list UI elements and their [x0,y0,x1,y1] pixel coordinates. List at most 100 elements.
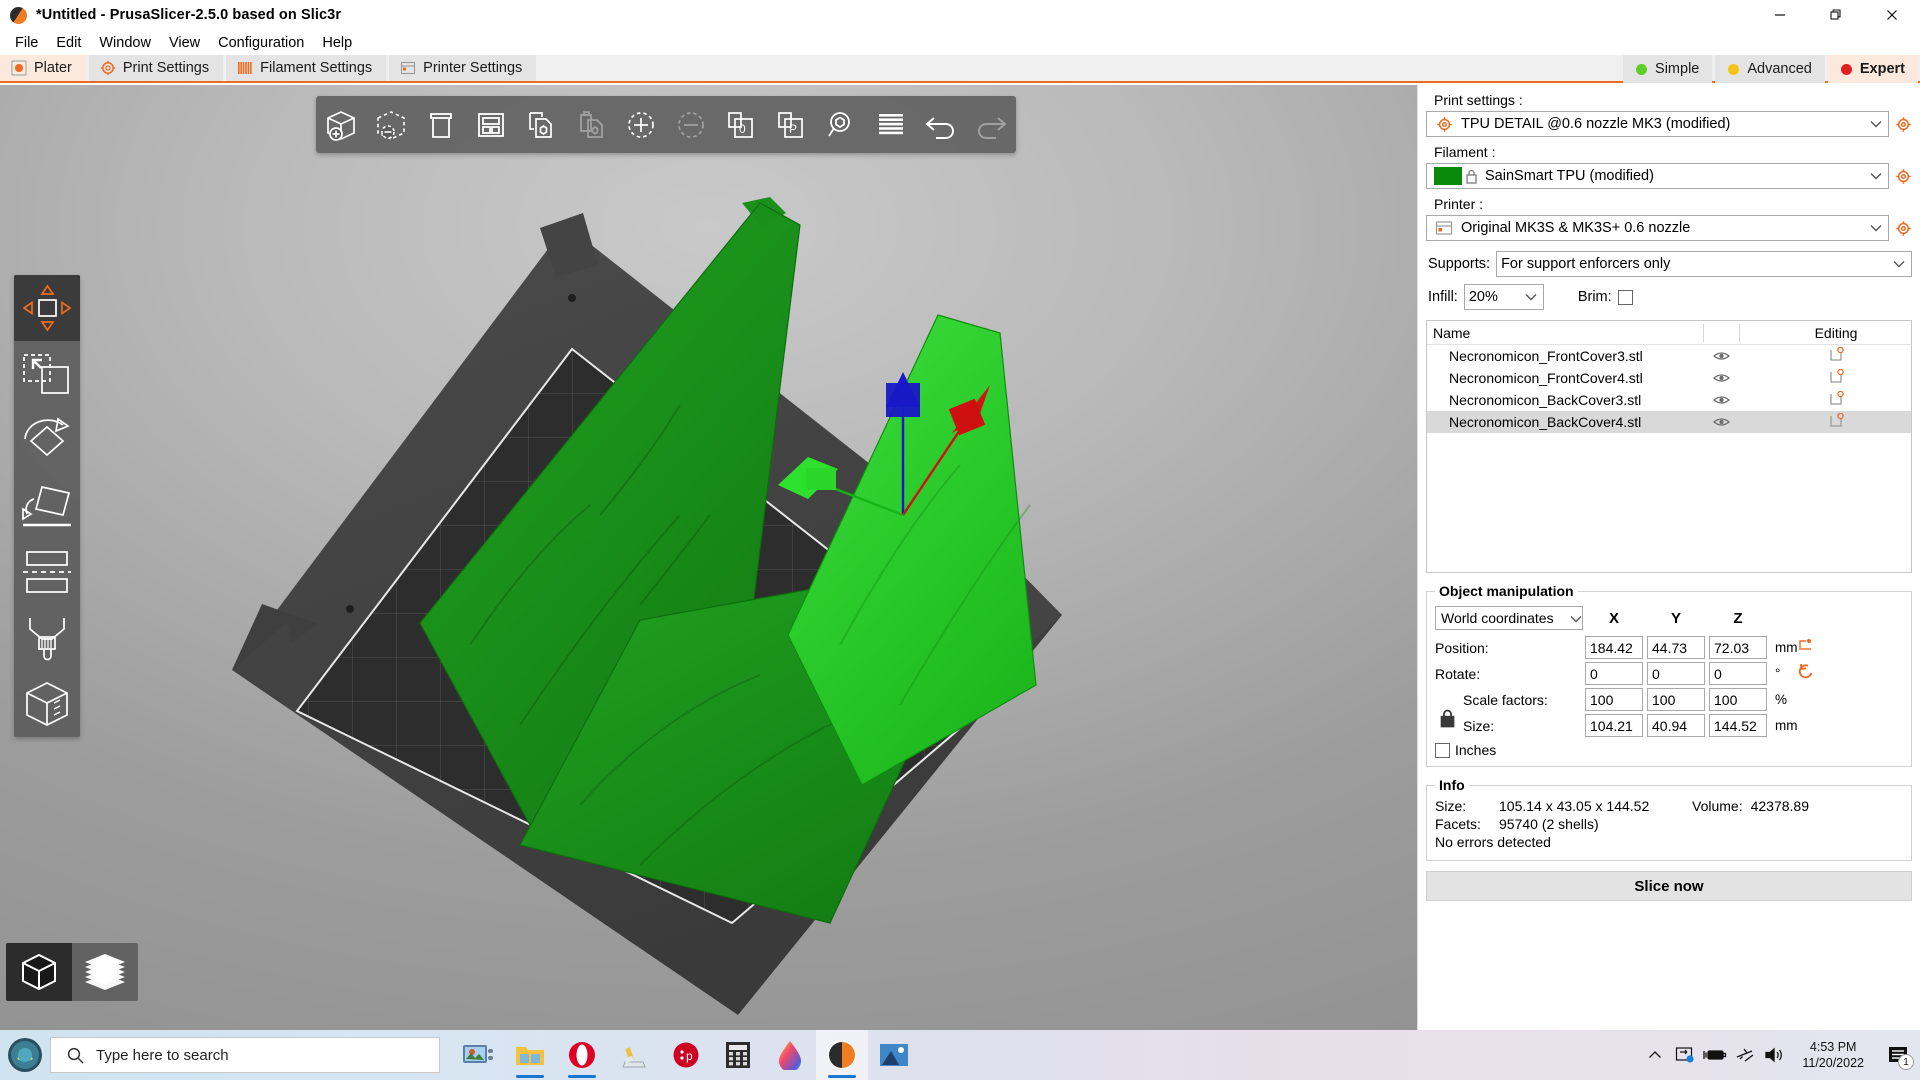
size-z-input[interactable]: 144.52 [1709,714,1767,737]
notifications-icon[interactable]: 1 [1876,1030,1920,1080]
filament-edit-icon[interactable] [1895,168,1912,185]
position-y-input[interactable]: 44.73 [1647,636,1705,659]
preview-view-icon[interactable] [72,943,138,1001]
file-explorer-icon[interactable] [504,1030,556,1080]
size-x-input[interactable]: 104.21 [1585,714,1643,737]
pdf-xchange-icon[interactable]: p [660,1030,712,1080]
volume-icon[interactable] [1760,1030,1790,1080]
scale-gizmo-icon[interactable] [14,341,80,407]
editor-view-icon[interactable] [6,943,72,1001]
add-instance-icon[interactable] [616,96,666,153]
print-settings-combo[interactable]: TPU DETAIL @0.6 nozzle MK3 (modified) [1426,111,1889,137]
infill-combo[interactable]: 20% [1463,284,1544,310]
reset-rotation-icon[interactable] [1797,662,1815,685]
opera-icon[interactable] [556,1030,608,1080]
paste-icon[interactable] [566,96,616,153]
table-row[interactable]: Necronomicon_FrontCover3.stl [1427,345,1911,367]
inches-checkbox[interactable] [1435,742,1450,758]
search-input[interactable]: Type here to search [50,1037,440,1073]
eye-icon[interactable] [1703,347,1739,365]
editing-icon[interactable] [1761,390,1911,409]
printer-combo[interactable]: Original MK3S & MK3S+ 0.6 nozzle [1426,215,1889,241]
eye-icon[interactable] [1703,391,1739,409]
place-on-face-gizmo-icon[interactable] [14,473,80,539]
support-paint-gizmo-icon[interactable] [14,605,80,671]
battery-icon[interactable] [1700,1030,1730,1080]
clock[interactable]: 4:53 PM 11/20/2022 [1790,1039,1876,1071]
calculator-icon[interactable] [712,1030,764,1080]
coordinate-system-combo[interactable]: World coordinates [1435,606,1583,630]
variable-layer-height-icon[interactable] [866,96,916,153]
eye-icon[interactable] [1703,369,1739,387]
ccleaner-icon[interactable] [608,1030,660,1080]
tab-filament-settings[interactable]: Filament Settings [226,55,387,81]
printer-edit-icon[interactable] [1895,220,1912,237]
prusaslicer-icon[interactable] [816,1030,868,1080]
remove-instance-icon[interactable] [666,96,716,153]
menu-edit[interactable]: Edit [47,33,90,53]
minimize-button[interactable] [1752,0,1808,30]
photos-icon[interactable] [868,1030,920,1080]
table-row[interactable]: Necronomicon_BackCover3.stl [1427,389,1911,411]
undo-icon[interactable] [916,96,966,153]
mode-expert[interactable]: Expert [1827,55,1918,83]
chevron-down-icon[interactable] [1864,224,1888,232]
mode-advanced[interactable]: Advanced [1715,55,1825,83]
rotate-x-input[interactable]: 0 [1585,662,1643,685]
filament-combo[interactable]: SainSmart TPU (modified) [1426,163,1889,189]
size-y-input[interactable]: 40.94 [1647,714,1705,737]
uniform-scale-lock-icon[interactable] [1439,709,1456,733]
close-button[interactable] [1864,0,1920,30]
tab-plater[interactable]: Plater [0,55,86,81]
move-gizmo-icon[interactable] [14,275,80,341]
print-settings-edit-icon[interactable] [1895,116,1912,133]
tab-print-settings[interactable]: Print Settings [88,55,224,81]
menu-configuration[interactable]: Configuration [209,33,313,53]
menu-help[interactable]: Help [313,33,361,53]
supports-combo[interactable]: For support enforcers only [1496,251,1912,277]
editing-icon[interactable] [1761,412,1911,431]
table-row[interactable]: Necronomicon_FrontCover4.stl [1427,367,1911,389]
chevron-down-icon[interactable] [1519,293,1543,301]
copy-icon[interactable] [516,96,566,153]
scale-z-input[interactable]: 100 [1709,688,1767,711]
seam-paint-gizmo-icon[interactable] [14,671,80,737]
chevron-down-icon[interactable] [1887,260,1911,268]
3d-scene[interactable]: by Josef Prusa [0,85,1417,1030]
rotate-gizmo-icon[interactable] [14,407,80,473]
delete-selected-icon[interactable] [366,96,416,153]
windows-start-orb-icon[interactable] [0,1030,50,1080]
taskview-icon[interactable] [452,1030,504,1080]
add-icon[interactable] [316,96,366,153]
scale-x-input[interactable]: 100 [1585,688,1643,711]
menu-view[interactable]: View [160,33,209,53]
onedrive-sync-icon[interactable] [1670,1030,1700,1080]
maximize-button[interactable] [1808,0,1864,30]
chevron-down-icon[interactable] [1864,120,1888,128]
brim-checkbox[interactable] [1617,289,1633,305]
object-list[interactable]: Name Editing Necronomicon_FrontCover3.st… [1426,320,1912,573]
scale-y-input[interactable]: 100 [1647,688,1705,711]
drop-to-bed-icon[interactable] [1797,637,1813,658]
mode-simple[interactable]: Simple [1623,55,1713,83]
menu-file[interactable]: File [6,33,47,53]
arrange-icon[interactable] [466,96,516,153]
chevron-down-icon[interactable] [1570,610,1582,626]
rotate-z-input[interactable]: 0 [1709,662,1767,685]
chevron-down-icon[interactable] [1864,172,1888,180]
position-x-input[interactable]: 184.42 [1585,636,1643,659]
menu-window[interactable]: Window [90,33,160,53]
show-hidden-icons-icon[interactable] [1640,1030,1670,1080]
cut-gizmo-icon[interactable] [14,539,80,605]
editing-icon[interactable] [1761,368,1911,387]
position-z-input[interactable]: 72.03 [1709,636,1767,659]
paint3d-icon[interactable] [764,1030,816,1080]
redo-icon[interactable] [966,96,1016,153]
split-to-parts-icon[interactable]: P [766,96,816,153]
rotate-y-input[interactable]: 0 [1647,662,1705,685]
editing-icon[interactable] [1761,346,1911,365]
eye-icon[interactable] [1703,413,1739,431]
3d-viewport[interactable]: by Josef Prusa [0,85,1417,1030]
tab-printer-settings[interactable]: Printer Settings [389,55,537,81]
table-row[interactable]: Necronomicon_BackCover4.stl [1427,411,1911,433]
